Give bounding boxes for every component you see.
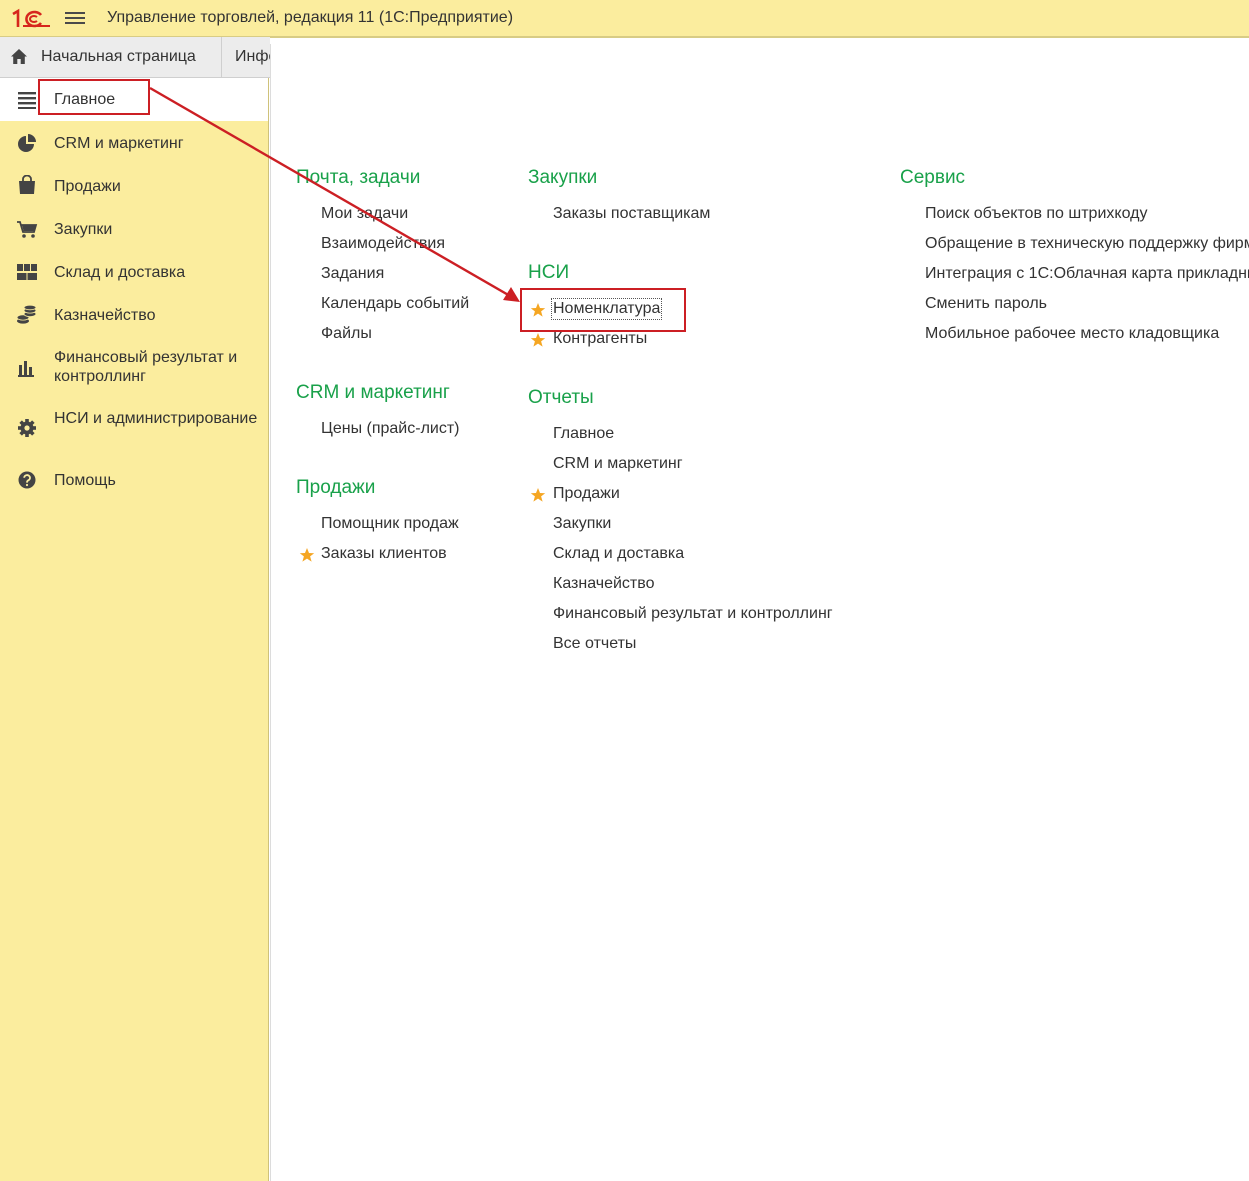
- sidebar-item-nsi-admin[interactable]: НСИ и администрирование: [0, 398, 268, 458]
- favorite-star-icon: [299, 548, 315, 562]
- link-supplier-orders[interactable]: Заказы поставщикам: [553, 205, 710, 223]
- sidebar-item-label: Казначейство: [54, 307, 156, 324]
- sidebar-item-label: Помощь: [54, 472, 116, 489]
- section-title-nsi: НСИ: [528, 262, 570, 283]
- section-title-purchases: Закупки: [528, 167, 598, 188]
- warehouse-grid-icon: [17, 264, 37, 280]
- link-barcode-search[interactable]: Поиск объектов по штрихкоду: [925, 205, 1147, 223]
- main-menu-button[interactable]: [64, 9, 86, 29]
- sidebar-item-help[interactable]: Помощь: [0, 459, 268, 501]
- link-report-crm[interactable]: CRM и маркетинг: [553, 455, 683, 473]
- link-tech-support[interactable]: Обращение в техническую поддержку фирмы …: [925, 235, 1249, 253]
- hamburger-icon: [18, 92, 36, 109]
- pie-chart-icon: [18, 134, 36, 152]
- link-all-reports[interactable]: Все отчеты: [553, 635, 636, 653]
- link-sales-assistant[interactable]: Помощник продаж: [321, 515, 459, 533]
- sidebar-item-label: Финансовый результат и контроллинг: [54, 349, 238, 385]
- 1c-logo: [12, 8, 50, 28]
- cart-icon: [17, 221, 38, 238]
- sidebar-item-label: Главное: [54, 91, 116, 108]
- link-files[interactable]: Файлы: [321, 325, 372, 343]
- sections-panel: Главное CRM и маркетинг Продажи Закупки …: [0, 78, 269, 1181]
- link-report-main[interactable]: Главное: [553, 425, 614, 443]
- link-price-list[interactable]: Цены (прайс-лист): [321, 420, 460, 438]
- link-my-tasks[interactable]: Мои задачи: [321, 205, 408, 223]
- app-title: Управление торговлей, редакция 11 (1С:Пр…: [107, 9, 514, 26]
- sidebar-item-warehouse[interactable]: Склад и доставка: [0, 251, 268, 293]
- link-report-warehouse[interactable]: Склад и доставка: [553, 545, 684, 563]
- link-nomenclature[interactable]: Номенклатура: [550, 298, 663, 320]
- sidebar-item-crm[interactable]: CRM и маркетинг: [0, 122, 268, 164]
- tab-info-panel[interactable]: Информационная панель: [223, 37, 270, 77]
- link-report-sales[interactable]: Продажи: [553, 485, 620, 503]
- sidebar-item-purchases[interactable]: Закупки: [0, 208, 268, 250]
- sidebar-item-label: Склад и доставка: [54, 264, 186, 281]
- tab-home-label: Начальная страница: [41, 48, 196, 65]
- sidebar-item-sales[interactable]: Продажи: [0, 165, 268, 207]
- help-icon: [18, 471, 36, 489]
- title-bar: Управление торговлей, редакция 11 (1С:Пр…: [0, 0, 1249, 37]
- section-title-service: Сервис: [900, 167, 966, 188]
- sidebar-item-label: Закупки: [54, 221, 113, 238]
- sidebar-item-label: Продажи: [54, 178, 121, 195]
- link-interactions[interactable]: Взаимодействия: [321, 235, 445, 253]
- favorite-star-icon: [530, 333, 546, 347]
- section-title-sales: Продажи: [296, 477, 376, 498]
- sidebar-item-treasury[interactable]: Казначейство: [0, 294, 268, 336]
- shopping-bag-icon: [19, 175, 35, 194]
- link-mobile-storekeeper[interactable]: Мобильное рабочее место кладовщика: [925, 325, 1219, 343]
- section-content-panel: Почта, задачи Мои задачи Взаимодействия …: [270, 44, 1249, 1181]
- home-icon: [11, 49, 27, 64]
- link-report-purchases[interactable]: Закупки: [553, 515, 611, 533]
- gear-icon: [18, 419, 36, 437]
- link-counterparties[interactable]: Контрагенты: [553, 330, 647, 348]
- tab-home-page[interactable]: Начальная страница: [0, 37, 222, 77]
- bar-chart-icon: [18, 361, 34, 377]
- section-title-reports: Отчеты: [528, 387, 594, 408]
- favorite-star-icon: [530, 488, 546, 502]
- sidebar-item-label: CRM и маркетинг: [54, 135, 184, 152]
- coins-icon: [16, 305, 37, 324]
- link-cloud-map-integration[interactable]: Интеграция с 1С:Облачная карта прикладны…: [925, 265, 1249, 283]
- sidebar-item-label: НСИ и администрирование: [54, 410, 258, 427]
- section-title-mail: Почта, задачи: [296, 167, 421, 188]
- content-top-edge: [270, 37, 1249, 44]
- sidebar-item-finance[interactable]: Финансовый результат и контроллинг: [0, 337, 268, 397]
- section-title-crm: CRM и маркетинг: [296, 382, 450, 403]
- link-event-calendar[interactable]: Календарь событий: [321, 295, 469, 313]
- link-change-password[interactable]: Сменить пароль: [925, 295, 1047, 313]
- sidebar-item-main[interactable]: Главное: [0, 78, 268, 121]
- link-assignments[interactable]: Задания: [321, 265, 384, 283]
- link-customer-orders[interactable]: Заказы клиентов: [321, 545, 447, 563]
- favorite-star-icon: [530, 303, 546, 317]
- tab-info-label: Информационная панель: [235, 48, 270, 65]
- link-report-finance[interactable]: Финансовый результат и контроллинг: [553, 605, 833, 623]
- open-tabs-bar: Начальная страница Информационная панель: [0, 37, 270, 78]
- link-report-treasury[interactable]: Казначейство: [553, 575, 654, 593]
- service-links-clip: Поиск объектов по штрихкоду Обращение в …: [921, 194, 1249, 354]
